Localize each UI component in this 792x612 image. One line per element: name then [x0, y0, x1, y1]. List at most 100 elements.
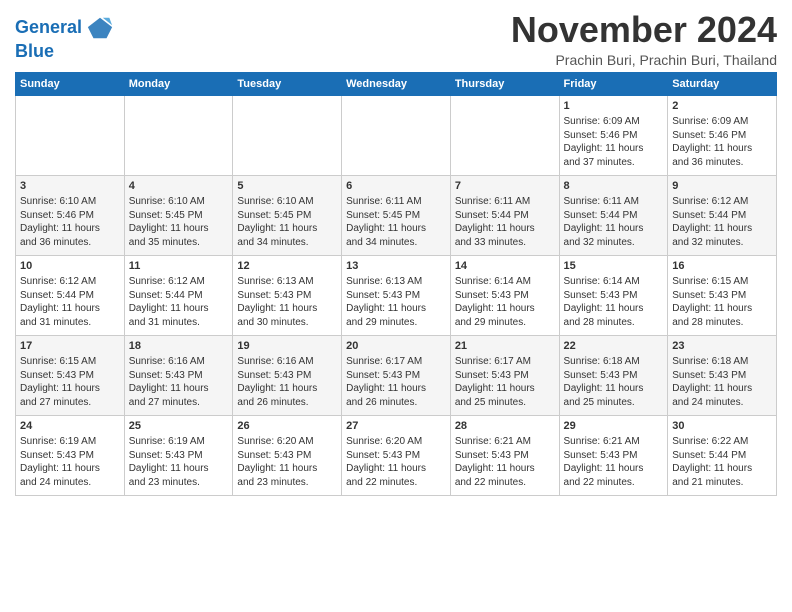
day-info: Sunrise: 6:13 AM — [237, 275, 337, 289]
day-info: Sunset: 5:43 PM — [672, 369, 772, 383]
day-info: Sunrise: 6:10 AM — [20, 195, 120, 209]
day-info: Sunrise: 6:19 AM — [129, 435, 229, 449]
day-number: 20 — [346, 339, 446, 354]
day-info: Daylight: 11 hours — [237, 302, 337, 316]
day-info: and 28 minutes. — [564, 316, 664, 330]
day-info: Sunset: 5:43 PM — [346, 289, 446, 303]
day-info: Sunrise: 6:11 AM — [455, 195, 555, 209]
day-info: Sunset: 5:43 PM — [129, 449, 229, 463]
calendar-cell — [124, 95, 233, 175]
day-info: Daylight: 11 hours — [237, 222, 337, 236]
calendar-header-row: Sunday Monday Tuesday Wednesday Thursday… — [16, 72, 777, 95]
day-number: 5 — [237, 179, 337, 194]
day-info: Sunrise: 6:20 AM — [346, 435, 446, 449]
day-number: 14 — [455, 259, 555, 274]
day-number: 27 — [346, 419, 446, 434]
day-info: Sunset: 5:44 PM — [129, 289, 229, 303]
calendar-cell: 22Sunrise: 6:18 AMSunset: 5:43 PMDayligh… — [559, 335, 668, 415]
day-number: 1 — [564, 99, 664, 114]
day-number: 3 — [20, 179, 120, 194]
day-info: Sunset: 5:46 PM — [20, 209, 120, 223]
day-number: 26 — [237, 419, 337, 434]
day-info: Sunset: 5:43 PM — [20, 369, 120, 383]
day-info: Sunset: 5:43 PM — [455, 369, 555, 383]
day-info: Sunrise: 6:10 AM — [237, 195, 337, 209]
day-info: and 34 minutes. — [346, 236, 446, 250]
day-info: Daylight: 11 hours — [20, 462, 120, 476]
header: General Blue November 2024 Prachin Buri,… — [15, 10, 777, 68]
col-thursday: Thursday — [450, 72, 559, 95]
day-info: Sunset: 5:46 PM — [672, 129, 772, 143]
calendar-cell: 9Sunrise: 6:12 AMSunset: 5:44 PMDaylight… — [668, 175, 777, 255]
calendar-cell — [233, 95, 342, 175]
day-number: 7 — [455, 179, 555, 194]
day-info: and 25 minutes. — [564, 396, 664, 410]
day-info: Daylight: 11 hours — [564, 222, 664, 236]
day-info: Daylight: 11 hours — [129, 462, 229, 476]
day-info: Sunset: 5:43 PM — [237, 369, 337, 383]
day-info: and 27 minutes. — [20, 396, 120, 410]
day-info: Sunset: 5:45 PM — [129, 209, 229, 223]
calendar-cell: 30Sunrise: 6:22 AMSunset: 5:44 PMDayligh… — [668, 415, 777, 495]
day-info: and 33 minutes. — [455, 236, 555, 250]
day-info: and 28 minutes. — [672, 316, 772, 330]
day-info: Sunset: 5:46 PM — [564, 129, 664, 143]
day-info: Daylight: 11 hours — [564, 462, 664, 476]
day-info: Sunset: 5:43 PM — [346, 449, 446, 463]
day-number: 9 — [672, 179, 772, 194]
calendar-cell — [342, 95, 451, 175]
day-info: Sunset: 5:44 PM — [564, 209, 664, 223]
day-info: Sunset: 5:44 PM — [20, 289, 120, 303]
day-info: and 29 minutes. — [455, 316, 555, 330]
calendar-cell: 18Sunrise: 6:16 AMSunset: 5:43 PMDayligh… — [124, 335, 233, 415]
day-info: Daylight: 11 hours — [129, 222, 229, 236]
day-number: 10 — [20, 259, 120, 274]
day-number: 4 — [129, 179, 229, 194]
calendar-cell: 28Sunrise: 6:21 AMSunset: 5:43 PMDayligh… — [450, 415, 559, 495]
day-info: Daylight: 11 hours — [672, 302, 772, 316]
calendar-cell: 20Sunrise: 6:17 AMSunset: 5:43 PMDayligh… — [342, 335, 451, 415]
calendar-cell: 3Sunrise: 6:10 AMSunset: 5:46 PMDaylight… — [16, 175, 125, 255]
col-friday: Friday — [559, 72, 668, 95]
day-info: and 35 minutes. — [129, 236, 229, 250]
day-info: Sunrise: 6:14 AM — [455, 275, 555, 289]
day-info: and 22 minutes. — [346, 476, 446, 490]
calendar-cell: 12Sunrise: 6:13 AMSunset: 5:43 PMDayligh… — [233, 255, 342, 335]
day-info: Daylight: 11 hours — [455, 222, 555, 236]
day-info: and 32 minutes. — [564, 236, 664, 250]
calendar-cell: 21Sunrise: 6:17 AMSunset: 5:43 PMDayligh… — [450, 335, 559, 415]
day-info: Sunrise: 6:21 AM — [455, 435, 555, 449]
day-number: 6 — [346, 179, 446, 194]
day-info: and 21 minutes. — [672, 476, 772, 490]
logo-general: General — [15, 17, 82, 37]
day-info: Daylight: 11 hours — [672, 222, 772, 236]
calendar-cell: 25Sunrise: 6:19 AMSunset: 5:43 PMDayligh… — [124, 415, 233, 495]
day-info: Sunrise: 6:22 AM — [672, 435, 772, 449]
day-info: Daylight: 11 hours — [346, 222, 446, 236]
day-info: Sunset: 5:43 PM — [455, 289, 555, 303]
day-info: Sunrise: 6:18 AM — [672, 355, 772, 369]
day-info: and 23 minutes. — [237, 476, 337, 490]
day-info: Daylight: 11 hours — [455, 462, 555, 476]
calendar-cell: 29Sunrise: 6:21 AMSunset: 5:43 PMDayligh… — [559, 415, 668, 495]
day-info: Sunrise: 6:12 AM — [20, 275, 120, 289]
calendar-cell: 15Sunrise: 6:14 AMSunset: 5:43 PMDayligh… — [559, 255, 668, 335]
day-number: 19 — [237, 339, 337, 354]
day-info: Sunrise: 6:13 AM — [346, 275, 446, 289]
day-number: 24 — [20, 419, 120, 434]
day-info: Sunset: 5:44 PM — [455, 209, 555, 223]
col-monday: Monday — [124, 72, 233, 95]
month-title: November 2024 — [511, 10, 777, 50]
day-info: Daylight: 11 hours — [455, 382, 555, 396]
day-info: and 29 minutes. — [346, 316, 446, 330]
day-info: and 23 minutes. — [129, 476, 229, 490]
day-info: Daylight: 11 hours — [455, 302, 555, 316]
day-info: Daylight: 11 hours — [129, 302, 229, 316]
calendar-cell: 6Sunrise: 6:11 AMSunset: 5:45 PMDaylight… — [342, 175, 451, 255]
title-block: November 2024 Prachin Buri, Prachin Buri… — [511, 10, 777, 68]
day-info: and 26 minutes. — [237, 396, 337, 410]
day-info: Sunset: 5:43 PM — [455, 449, 555, 463]
day-info: Sunrise: 6:12 AM — [129, 275, 229, 289]
day-info: Sunrise: 6:15 AM — [672, 275, 772, 289]
day-number: 21 — [455, 339, 555, 354]
